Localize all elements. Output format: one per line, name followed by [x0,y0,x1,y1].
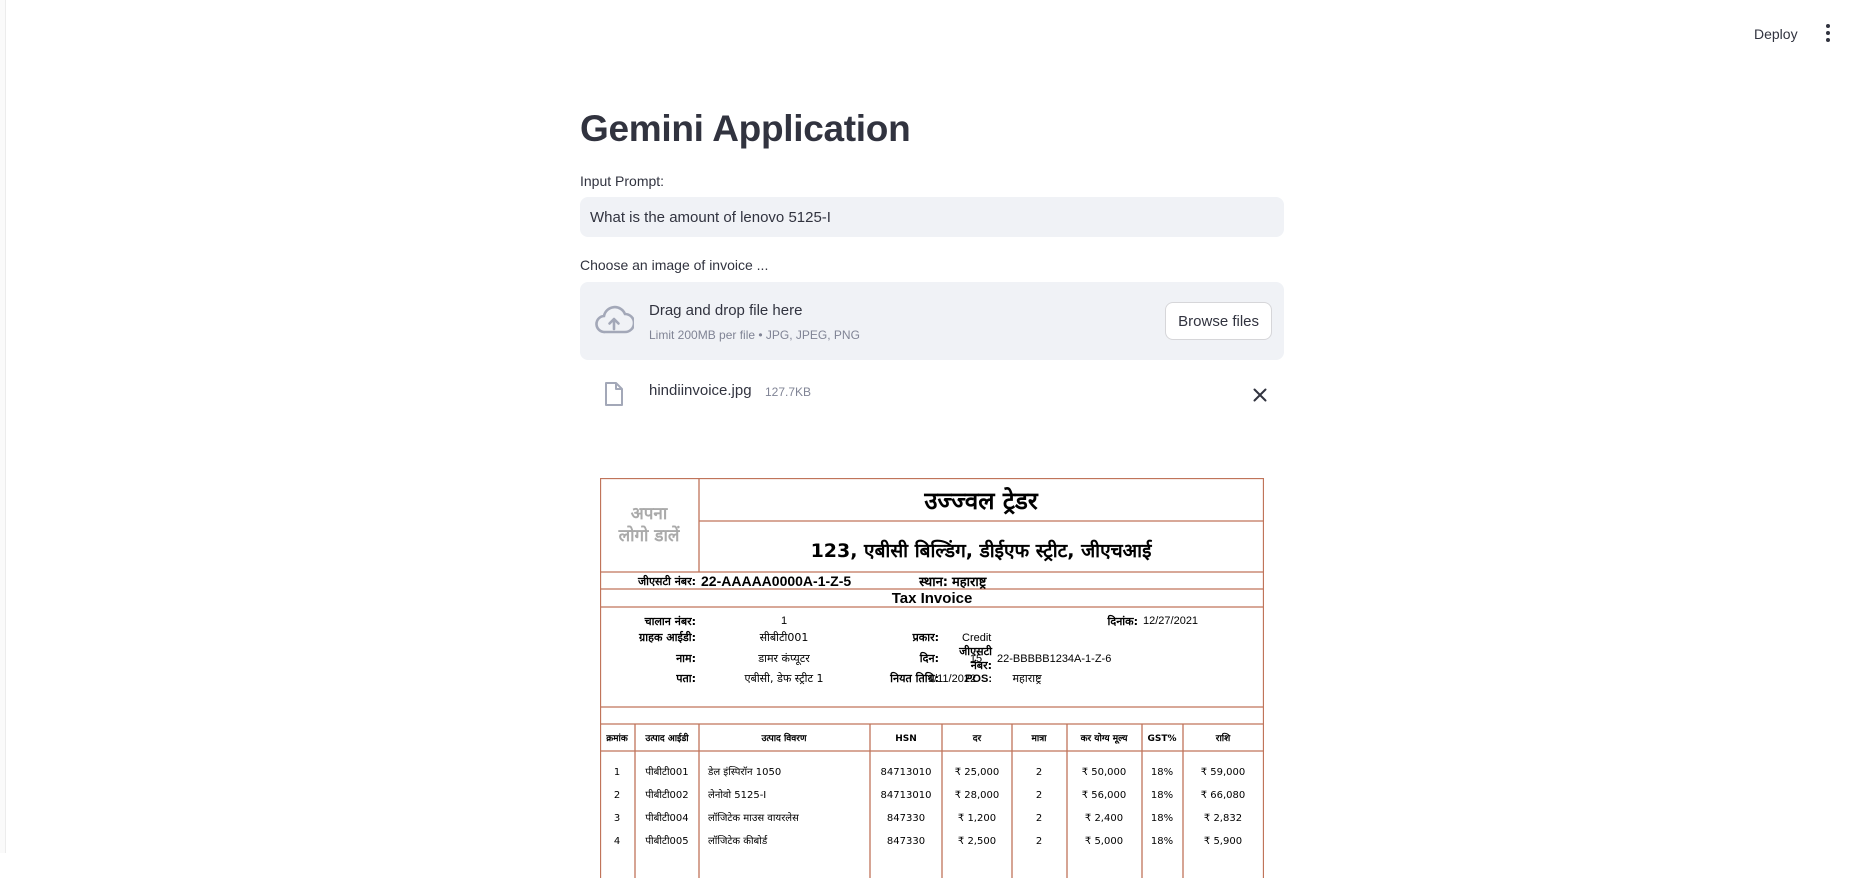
dropzone-limits: Limit 200MB per file • JPG, JPEG, PNG [649,328,860,342]
table-cell: 2 [614,790,620,801]
gst-value: 22-AAAAA0000A-1-Z-5 [701,573,851,589]
table-cell: ₹ 5,000 [1085,836,1123,847]
customer-address: एबीसी, डेफ स्ट्रीट 1 [744,672,823,685]
page-title: Gemini Application [580,108,910,150]
customer-gst-label: जीएसटी [958,644,993,658]
logo-placeholder: अपना [631,504,668,524]
table-cell: लेनोवो 5125-I [708,789,766,801]
table-cell: 18% [1151,813,1173,824]
uploader-label: Choose an image of invoice ... [580,257,768,273]
gst-label: जीएसटी नंबर: [637,574,696,588]
table-cell: 4 [614,836,620,847]
pos-label: POS: [965,673,992,685]
table-cell: ₹ 59,000 [1201,767,1246,778]
deploy-button[interactable]: Deploy [1744,22,1808,46]
table-cell: ₹ 2,832 [1204,813,1242,824]
file-name: hindiinvoice.jpg [649,382,752,399]
uploaded-file-item: hindiinvoice.jpg 127.7KB [580,375,1284,415]
prompt-input[interactable] [580,197,1284,237]
table-column-header: उत्पाद आईडी [644,732,689,744]
table-cell: पीबीटी005 [645,835,688,847]
customer-gst: 22-BBBBB1234A-1-Z-6 [997,653,1111,665]
file-icon [604,381,624,407]
table-cell: ₹ 2,400 [1085,813,1123,824]
table-cell: ₹ 25,000 [955,767,1000,778]
prompt-label: Input Prompt: [580,173,664,189]
table-cell: ₹ 2,500 [958,836,996,847]
file-size: 127.7KB [765,385,811,399]
table-cell: 1 [614,767,620,778]
table-cell: पीबीटी002 [645,789,688,801]
cloud-upload-icon [594,304,634,338]
table-cell: 3 [614,813,620,824]
table-cell: ₹ 50,000 [1082,767,1127,778]
place-value: महाराष्ट्र [951,575,988,590]
table-cell: 84713010 [881,767,932,778]
type-label: प्रकार: [912,631,939,644]
pos-value: महाराष्ट्र [1012,672,1042,685]
table-cell: ₹ 28,000 [955,790,1000,801]
main-menu-icon[interactable] [1822,24,1834,44]
date-label: दिनांक: [1107,614,1139,628]
table-column-header: मात्रा [1030,734,1047,744]
invoice-document: अपना लोगो डालें उज्ज्वल ट्रेडर 123, एबीस… [600,478,1264,878]
customer-id: सीबीटी001 [760,631,809,644]
table-cell: पीबीटी004 [645,812,688,824]
table-cell: 18% [1151,790,1173,801]
table-cell: लॉजिटेक कीबोर्ड [708,835,768,847]
customer-id-label: ग्राहक आईडी: [638,630,696,644]
table-cell: ₹ 1,200 [958,813,996,824]
table-cell: 84713010 [881,790,932,801]
table-column-header: HSN [895,734,917,744]
invoice-type: Credit [962,632,991,644]
sidebar-edge [0,0,6,853]
table-cell: डेल इंस्पिरॉन 1050 [707,766,781,778]
close-icon[interactable] [1248,383,1272,407]
invoice-image: अपना लोगो डालें उज्ज्वल ट्रेडर 123, एबीस… [600,478,1264,878]
invoice-no-label: चालान नंबर: [644,615,696,628]
dropzone-instructions: Drag and drop file here [649,302,802,319]
days-label: दिन: [919,651,939,665]
invoice-title: Tax Invoice [892,590,973,607]
table-column-header: राशि [1215,732,1231,744]
name-label: नाम: [675,652,696,665]
logo-placeholder-line2: लोगो डालें [618,525,681,546]
table-column-header: कर योग्य मूल्य [1080,732,1129,744]
app-header: Deploy [0,0,1852,68]
table-cell: ₹ 66,080 [1201,790,1246,801]
table-column-header: दर [972,734,982,744]
invoice-no: 1 [781,615,787,627]
table-cell: 2 [1036,767,1042,778]
table-cell: लॉजिटेक माउस वायरलेस [708,812,799,824]
table-column-header: क्रमांक [605,733,629,744]
table-cell: 847330 [887,836,925,847]
browse-files-button[interactable]: Browse files [1165,302,1272,340]
table-cell: ₹ 56,000 [1082,790,1127,801]
address-label: पता: [675,672,696,685]
file-dropzone[interactable]: Drag and drop file here Limit 200MB per … [580,282,1284,360]
invoice-table-body: 1 पीबीटी001 डेल इंस्पिरॉन 1050 84713010 ₹ 25… [614,766,1245,847]
table-cell: 2 [1036,813,1042,824]
company-name: उज्ज्वल ट्रेडर [923,487,1039,515]
customer-name: डामर कंप्यूटर [757,652,810,666]
table-cell: 18% [1151,767,1173,778]
table-cell: 18% [1151,836,1173,847]
table-cell: 847330 [887,813,925,824]
table-column-header: GST% [1147,734,1176,744]
customer-gst-label-line2: नंबर: [970,659,992,672]
table-column-header: उत्पाद विवरण [761,732,807,744]
table-cell: 2 [1036,836,1042,847]
table-cell: पीबीटी001 [645,766,688,778]
place-label: स्थान: [918,575,948,590]
invoice-date: 12/27/2021 [1143,615,1198,627]
table-cell: 2 [1036,790,1042,801]
company-address: 123, एबीसी बिल्डिंग, डीईएफ स्ट्रीट, जीएच… [811,539,1153,562]
table-cell: ₹ 5,900 [1204,836,1242,847]
